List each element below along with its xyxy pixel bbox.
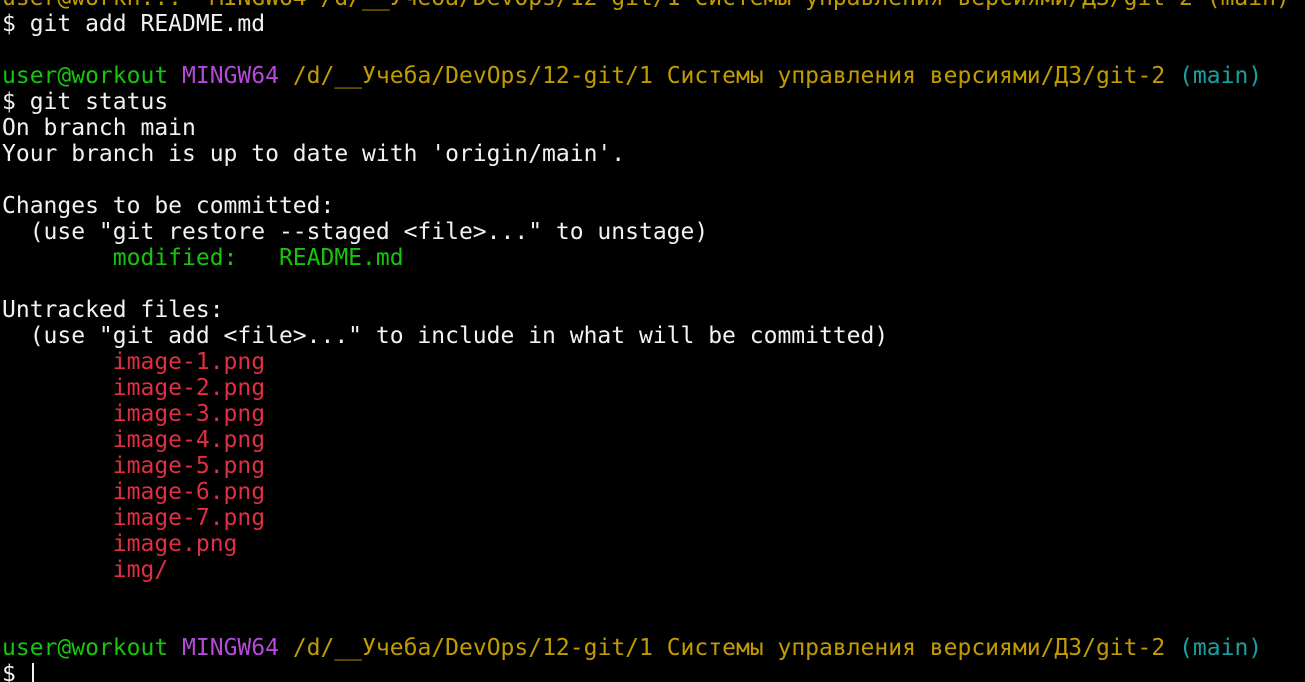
untracked-file: image-5.png bbox=[112, 453, 266, 479]
untracked-file: image.png bbox=[112, 531, 238, 557]
prompt-line: user@workout MINGW64 /d/__Учеба/DevOps/1… bbox=[2, 635, 1290, 661]
prompt-shell: MINGW64 bbox=[182, 635, 279, 661]
prompt-path: /d/__Учеба/DevOps/12-git/1 Системы управ… bbox=[292, 635, 1166, 661]
command-line-git-add: $ git add README.md bbox=[2, 11, 266, 37]
command-line-git-status: $ git status bbox=[2, 89, 169, 115]
terminal-window[interactable]: user@workn... MINGW64 /d/__Учеба/DevOps/… bbox=[0, 0, 1305, 682]
staged-header: Changes to be committed: bbox=[2, 193, 335, 219]
partial-prompt-line: user@workn... MINGW64 /d/__Учеба/DevOps/… bbox=[2, 0, 1290, 11]
prompt-branch: (main) bbox=[1179, 635, 1263, 661]
prompt-user-host: user@workout bbox=[2, 635, 169, 661]
prompt-path: /d/__Учеба/DevOps/12-git/1 Системы управ… bbox=[292, 63, 1166, 89]
prompt-shell: MINGW64 bbox=[182, 63, 279, 89]
prompt-symbol: $ bbox=[2, 661, 30, 682]
staged-file-entry: modified: README.md bbox=[2, 245, 404, 271]
prompt-user-host: user@workout bbox=[2, 63, 169, 89]
text-cursor[interactable] bbox=[31, 663, 34, 682]
untracked-header: Untracked files: bbox=[2, 297, 224, 323]
untracked-file: image-2.png bbox=[112, 375, 266, 401]
on-branch-text: On branch main bbox=[2, 115, 196, 141]
input-line[interactable]: $ bbox=[2, 661, 1290, 682]
untracked-file: image-7.png bbox=[112, 505, 266, 531]
terminal-output: user@workn... MINGW64 /d/__Учеба/DevOps/… bbox=[2, 0, 1290, 682]
prompt-branch: (main) bbox=[1179, 63, 1263, 89]
untracked-hint: (use "git add <file>..." to include in w… bbox=[2, 323, 889, 349]
untracked-file: image-1.png bbox=[112, 349, 266, 375]
untracked-file: image-3.png bbox=[112, 401, 266, 427]
staged-hint: (use "git restore --staged <file>..." to… bbox=[2, 219, 709, 245]
up-to-date-text: Your branch is up to date with 'origin/m… bbox=[2, 141, 626, 167]
untracked-file: img/ bbox=[112, 557, 169, 583]
prompt-line: user@workout MINGW64 /d/__Учеба/DevOps/1… bbox=[2, 63, 1290, 89]
untracked-file: image-6.png bbox=[112, 479, 266, 505]
untracked-file: image-4.png bbox=[112, 427, 266, 453]
